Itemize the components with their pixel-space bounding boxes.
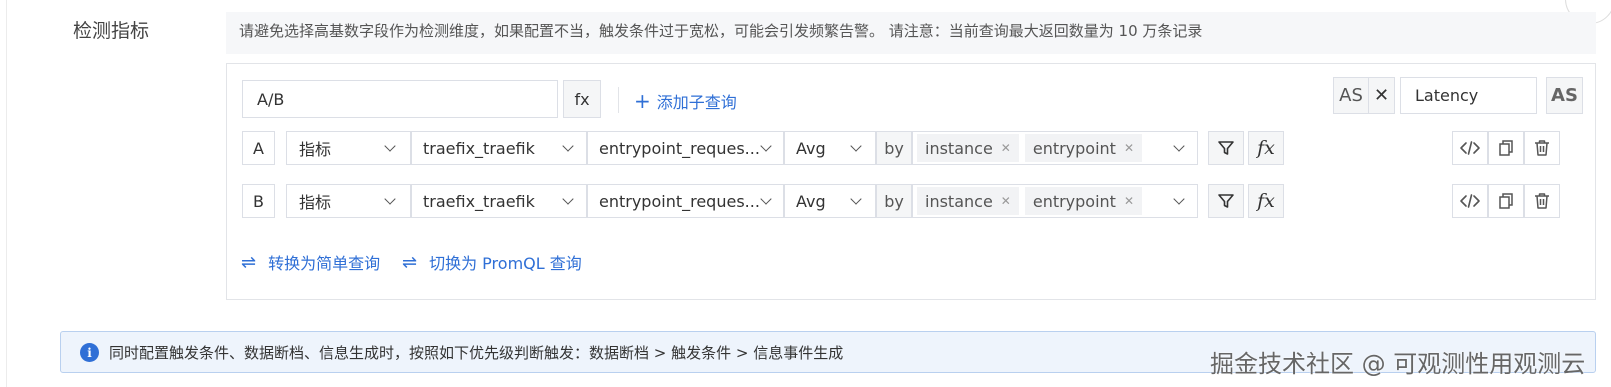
- copy-icon: [1499, 140, 1513, 156]
- aggregation-value: Avg: [796, 191, 826, 211]
- aggregation-value: Avg: [796, 138, 826, 158]
- as-toggle-button[interactable]: AS: [1546, 77, 1583, 114]
- measurement-select[interactable]: traefix_traefik: [411, 131, 587, 165]
- query-type-value: 指标: [299, 193, 332, 212]
- fx-icon: fx: [1257, 190, 1275, 212]
- chevron-down-icon: [562, 140, 574, 152]
- metric-select[interactable]: entrypoint_reques...: [587, 184, 784, 218]
- group-tag: entrypoint ✕: [1024, 134, 1143, 162]
- convert-simple-query-label: 转换为简单查询: [268, 254, 381, 273]
- expression-fx-button[interactable]: fx: [563, 80, 601, 118]
- by-label-text: by: [884, 138, 904, 158]
- query-type-select[interactable]: 指标: [286, 131, 411, 165]
- by-label-text: by: [884, 191, 904, 211]
- convert-simple-query-link[interactable]: ⇌ 转换为简单查询: [241, 250, 380, 274]
- function-button[interactable]: fx: [1248, 131, 1284, 165]
- remove-alias-button[interactable]: ✕: [1368, 77, 1395, 114]
- add-subquery-link[interactable]: + 添加子查询: [634, 89, 737, 113]
- add-subquery-label: 添加子查询: [656, 93, 737, 112]
- by-label: by: [876, 184, 912, 218]
- chevron-down-icon: [384, 140, 396, 152]
- section-label: 检测指标: [73, 20, 150, 42]
- query-type-select[interactable]: 指标: [286, 184, 411, 218]
- info-icon: i: [80, 343, 99, 362]
- as-label-text: AS: [1339, 85, 1363, 106]
- copy-button[interactable]: [1488, 131, 1524, 165]
- query-type-value: 指标: [299, 140, 332, 159]
- code-icon: [1460, 141, 1480, 155]
- query-letter-text: B: [253, 191, 264, 211]
- group-by-select[interactable]: instance ✕ entrypoint ✕: [912, 184, 1198, 218]
- close-icon: ✕: [1373, 85, 1390, 106]
- code-view-button[interactable]: [1452, 131, 1488, 165]
- divider: [618, 87, 619, 113]
- alias-value: Latency: [1415, 86, 1479, 105]
- close-icon[interactable]: ✕: [1001, 194, 1011, 208]
- copy-icon: [1499, 193, 1513, 209]
- filter-icon: [1218, 194, 1234, 208]
- as-toggle-label: AS: [1551, 85, 1578, 106]
- swap-icon: ⇌: [241, 251, 257, 273]
- hint-text: 请避免选择高基数字段作为检测维度，如果配置不当，触发条件过于宽松，可能会引发频繁…: [239, 22, 1203, 40]
- trash-icon: [1535, 193, 1549, 209]
- aggregation-select[interactable]: Avg: [784, 131, 876, 165]
- watermark: 掘金技术社区 @ 可观测性用观测云: [1210, 350, 1586, 378]
- metric-select[interactable]: entrypoint_reques...: [587, 131, 784, 165]
- chevron-down-icon: [1173, 193, 1185, 205]
- group-tag: instance ✕: [917, 187, 1019, 215]
- metric-value: entrypoint_reques...: [599, 138, 760, 158]
- code-view-button[interactable]: [1452, 184, 1488, 218]
- group-tag-label: instance: [925, 191, 993, 211]
- delete-button[interactable]: [1524, 131, 1560, 165]
- query-panel: A/B fx + 添加子查询 AS ✕ Latency AS A 指标 trae…: [226, 63, 1596, 300]
- expression-input[interactable]: A/B: [242, 80, 558, 118]
- group-tag-label: instance: [925, 138, 993, 158]
- chevron-down-icon: [760, 193, 772, 205]
- left-divider: [6, 0, 7, 387]
- switch-promql-label: 切换为 PromQL 查询: [429, 254, 582, 273]
- filter-icon: [1218, 141, 1234, 155]
- chevron-down-icon: [850, 140, 862, 152]
- plus-icon: +: [634, 89, 651, 113]
- measurement-select[interactable]: traefix_traefik: [411, 184, 587, 218]
- swap-icon: ⇌: [402, 251, 418, 273]
- query-letter: B: [242, 184, 275, 218]
- measurement-value: traefix_traefik: [423, 191, 535, 211]
- close-icon[interactable]: ✕: [1124, 141, 1134, 155]
- fx-icon: fx: [574, 89, 590, 109]
- delete-button[interactable]: [1524, 184, 1560, 218]
- aggregation-select[interactable]: Avg: [784, 184, 876, 218]
- chevron-down-icon: [384, 193, 396, 205]
- filter-button[interactable]: [1208, 131, 1244, 165]
- group-tag: entrypoint ✕: [1024, 187, 1143, 215]
- chevron-down-icon: [850, 193, 862, 205]
- info-text: 同时配置触发条件、数据断档、信息生成时，按照如下优先级判断触发：数据断档 > 触…: [109, 344, 844, 362]
- code-icon: [1460, 194, 1480, 208]
- group-tag: instance ✕: [917, 134, 1019, 162]
- expression-value: A/B: [257, 89, 285, 109]
- function-button[interactable]: fx: [1248, 184, 1284, 218]
- group-tag-label: entrypoint: [1032, 138, 1116, 158]
- chevron-down-icon: [760, 140, 772, 152]
- copy-button[interactable]: [1488, 184, 1524, 218]
- fx-icon: fx: [1257, 137, 1275, 159]
- hint-bar: 请避免选择高基数字段作为检测维度，如果配置不当，触发条件过于宽松，可能会引发频繁…: [226, 12, 1596, 54]
- alias-input[interactable]: Latency: [1400, 77, 1537, 114]
- chevron-down-icon: [1173, 140, 1185, 152]
- chevron-down-icon: [562, 193, 574, 205]
- close-icon[interactable]: ✕: [1001, 141, 1011, 155]
- by-label: by: [876, 131, 912, 165]
- query-letter-text: A: [253, 138, 264, 158]
- group-by-select[interactable]: instance ✕ entrypoint ✕: [912, 131, 1198, 165]
- metric-value: entrypoint_reques...: [599, 191, 760, 211]
- switch-promql-link[interactable]: ⇌ 切换为 PromQL 查询: [402, 250, 582, 274]
- trash-icon: [1535, 140, 1549, 156]
- filter-button[interactable]: [1208, 184, 1244, 218]
- query-letter: A: [242, 131, 275, 165]
- close-icon[interactable]: ✕: [1124, 194, 1134, 208]
- measurement-value: traefix_traefik: [423, 138, 535, 158]
- group-tag-label: entrypoint: [1032, 191, 1116, 211]
- as-label: AS: [1333, 77, 1369, 114]
